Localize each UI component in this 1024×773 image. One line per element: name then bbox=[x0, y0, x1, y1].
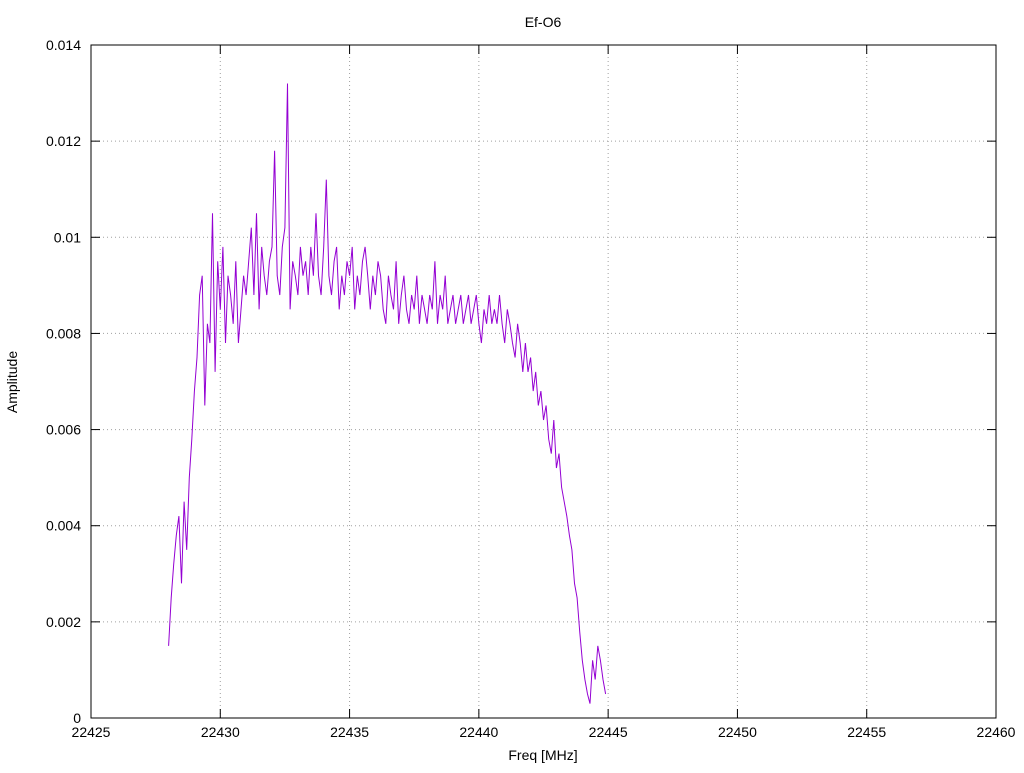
y-tick-label: 0.014 bbox=[46, 37, 81, 53]
plot-border bbox=[90, 44, 997, 719]
y-tick-label: 0.008 bbox=[46, 325, 81, 341]
chart-svg: Ef-O6 Freq [MHz] Amplitude 22425 22430 224… bbox=[4, 14, 1016, 763]
x-tick-label: 22430 bbox=[201, 724, 240, 740]
x-tick-label: 22435 bbox=[330, 724, 369, 740]
y-tick-label: 0.01 bbox=[54, 229, 81, 245]
chart-title: Ef-O6 bbox=[525, 14, 562, 30]
series-layer bbox=[168, 83, 607, 704]
y-axis-label: Amplitude bbox=[4, 351, 20, 413]
x-tick-label: 22450 bbox=[718, 724, 757, 740]
series-line bbox=[168, 83, 607, 704]
y-tick-label: 0 bbox=[73, 710, 81, 726]
x-axis: 22425 22430 22435 22440 22445 22450 22455 22460 bbox=[72, 45, 1016, 740]
x-tick-label: 22425 bbox=[72, 724, 111, 740]
x-tick-label: 22445 bbox=[589, 724, 628, 740]
y-axis: 0 0.002 0.004 0.006 0.008 0.01 0.012 0.014 bbox=[46, 37, 996, 726]
y-tick-label: 0.006 bbox=[46, 422, 81, 438]
plot-frame bbox=[90, 44, 997, 719]
x-tick-label: 22440 bbox=[459, 724, 498, 740]
chart-container: Ef-O6 Freq [MHz] Amplitude 22425 22430 224… bbox=[0, 0, 1024, 768]
y-tick-label: 0.004 bbox=[46, 518, 81, 534]
x-tick-label: 22460 bbox=[977, 724, 1016, 740]
x-tick-label: 22455 bbox=[847, 724, 886, 740]
x-axis-label: Freq [MHz] bbox=[508, 747, 577, 763]
y-tick-label: 0.002 bbox=[46, 614, 81, 630]
grid-lines bbox=[91, 45, 996, 718]
y-tick-label: 0.012 bbox=[46, 133, 81, 149]
